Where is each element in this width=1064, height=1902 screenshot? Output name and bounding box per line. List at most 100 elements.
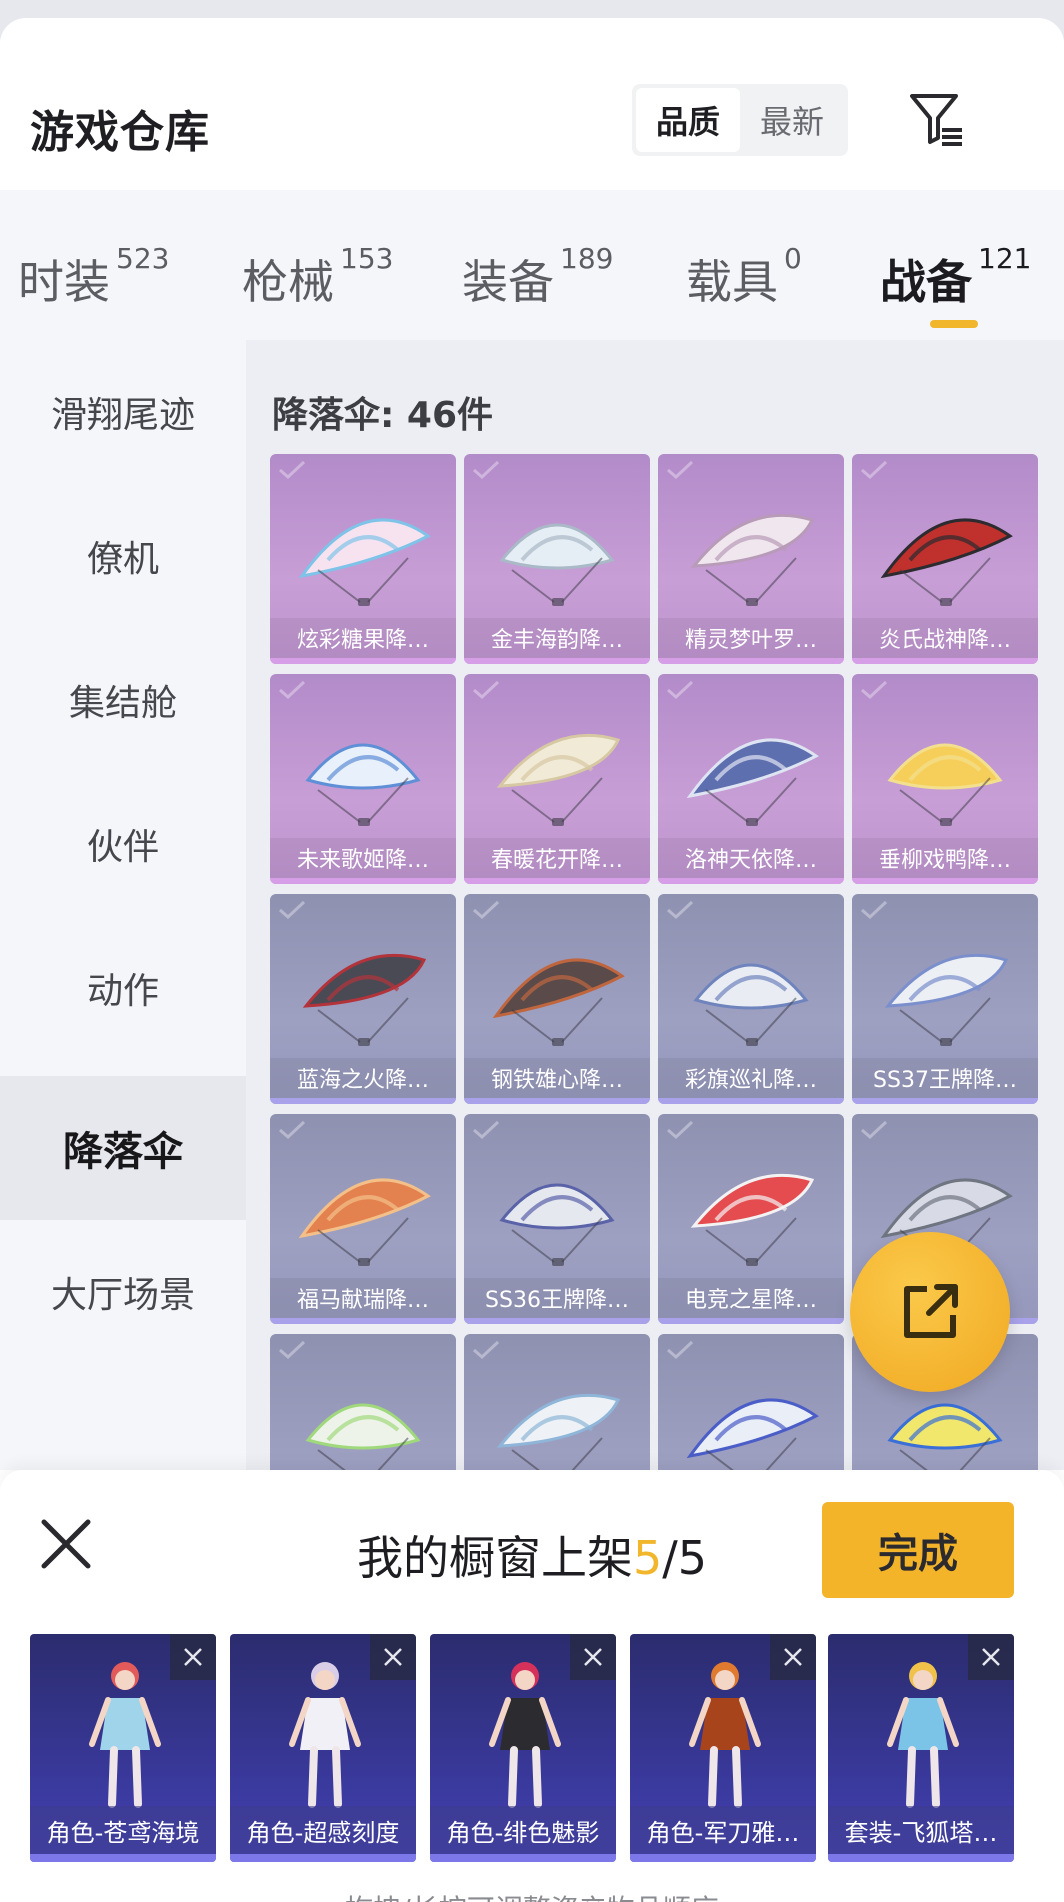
- remove-icon[interactable]: [968, 1634, 1014, 1680]
- sidebar-item-companion[interactable]: 伙伴: [0, 772, 246, 916]
- remove-icon[interactable]: [570, 1634, 616, 1680]
- parachute-card[interactable]: 未来歌姬降…: [270, 674, 456, 884]
- filter-icon[interactable]: [902, 84, 972, 154]
- parachute-card[interactable]: 春暖花开降…: [464, 674, 650, 884]
- parachute-image: [496, 733, 621, 826]
- parachute-card[interactable]: 精灵梦叶罗…: [658, 454, 844, 664]
- item-count-label: 降落伞: 46件: [272, 395, 494, 436]
- parachute-image: [499, 523, 615, 606]
- sidebar-item-wingman[interactable]: 僚机: [0, 484, 246, 628]
- checkmark-icon: [861, 460, 888, 480]
- parachute-image: [302, 953, 427, 1046]
- character-figure: [489, 1662, 561, 1808]
- sort-option-latest[interactable]: 最新: [740, 88, 844, 152]
- tab-count: 0: [784, 242, 802, 275]
- checkmark-icon: [473, 1340, 500, 1360]
- showcase-item-name: 套装-飞狐塔…: [828, 1806, 1014, 1854]
- quality-bar: [828, 1854, 1014, 1862]
- sidebar-item-rally-pod[interactable]: 集结舱: [0, 628, 246, 772]
- checkmark-icon: [279, 900, 306, 920]
- quality-bar: [464, 1098, 650, 1104]
- quality-bar: [270, 878, 456, 884]
- checkmark-icon: [279, 460, 306, 480]
- tab-count: 121: [978, 242, 1032, 275]
- sidebar-item-emote[interactable]: 动作: [0, 916, 246, 1060]
- tab-fashion[interactable]: 时装 523: [18, 242, 169, 312]
- remove-icon[interactable]: [770, 1634, 816, 1680]
- showcase-panel: 我的橱窗上架5/5 完成 角色-苍鸢海境 角色-超感刻度 角色-绯色魅影 角色-军刀雅…: [0, 1470, 1064, 1902]
- parachute-card[interactable]: 金丰海韵降…: [464, 454, 650, 664]
- tab-count: 153: [340, 242, 394, 275]
- quality-bar: [658, 658, 844, 664]
- parachute-image: [690, 1173, 815, 1266]
- showcase-item[interactable]: 角色-超感刻度: [230, 1634, 416, 1862]
- parachute-card[interactable]: [658, 1334, 844, 1470]
- sidebar-item-glide-trail[interactable]: 滑翔尾迹: [0, 340, 246, 484]
- tab-equipment[interactable]: 装备 189: [462, 242, 613, 312]
- warehouse-sheet: 游戏仓库 品质 最新 时装 523 枪械 153 装备 189 载具 0 战备 …: [0, 18, 1064, 1902]
- quality-bar: [658, 1318, 844, 1324]
- quality-bar: [430, 1854, 616, 1862]
- parachute-card[interactable]: 蓝海之火降…: [270, 894, 456, 1104]
- parachute-name: 炎氏战神降…: [852, 618, 1038, 658]
- checkmark-icon: [861, 680, 888, 700]
- parachute-card[interactable]: 钢铁雄心降…: [464, 894, 650, 1104]
- parachute-card[interactable]: 洛神天依降…: [658, 674, 844, 884]
- quality-bar: [270, 658, 456, 664]
- showcase-count-total: 5: [677, 1531, 708, 1585]
- tab-label: 载具: [686, 255, 778, 309]
- parachute-name: 金丰海韵降…: [464, 618, 650, 658]
- share-button[interactable]: [850, 1232, 1010, 1392]
- quality-bar: [658, 1098, 844, 1104]
- showcase-item[interactable]: 套装-飞狐塔…: [828, 1634, 1014, 1862]
- parachute-card[interactable]: 福马献瑞降…: [270, 1114, 456, 1324]
- sidebar-item-parachute[interactable]: 降落伞: [0, 1076, 246, 1220]
- parachute-card[interactable]: 炎氏战神降…: [852, 454, 1038, 664]
- parachute-image: [693, 963, 809, 1046]
- sort-option-quality[interactable]: 品质: [636, 88, 740, 152]
- checkmark-icon: [279, 1120, 306, 1140]
- remove-icon[interactable]: [370, 1634, 416, 1680]
- parachute-name: 垂柳戏鸭降…: [852, 838, 1038, 878]
- showcase-item[interactable]: 角色-军刀雅…: [630, 1634, 816, 1862]
- parachute-card[interactable]: [464, 1334, 650, 1470]
- parachute-name: 洛神天依降…: [658, 838, 844, 878]
- parachute-card[interactable]: SS37王牌降…: [852, 894, 1038, 1104]
- showcase-item[interactable]: 角色-苍鸢海境: [30, 1634, 216, 1862]
- parachute-image: [884, 953, 1009, 1046]
- parachute-image: [492, 958, 625, 1046]
- checkmark-icon: [667, 900, 694, 920]
- parachute-image: [686, 738, 819, 826]
- parachute-card[interactable]: 炫彩糖果降…: [270, 454, 456, 664]
- category-tabs: 时装 523 枪械 153 装备 189 载具 0 战备 121: [0, 190, 1064, 340]
- quality-bar: [630, 1854, 816, 1862]
- quality-bar: [230, 1854, 416, 1862]
- parachute-image: [887, 743, 1003, 826]
- tab-label: 装备: [462, 255, 554, 309]
- tab-vehicles[interactable]: 载具 0: [686, 242, 802, 312]
- done-button[interactable]: 完成: [822, 1502, 1014, 1598]
- checkmark-icon: [279, 1340, 306, 1360]
- quality-bar: [852, 1098, 1038, 1104]
- tab-weapons[interactable]: 枪械 153: [242, 242, 393, 312]
- parachute-image: [305, 1403, 421, 1470]
- parachute-card[interactable]: [270, 1334, 456, 1470]
- quality-bar: [270, 1318, 456, 1324]
- showcase-count-separator: /: [662, 1531, 678, 1585]
- sidebar-item-lobby-scene[interactable]: 大厅场景: [0, 1220, 246, 1364]
- parachute-card[interactable]: 电竞之星降…: [658, 1114, 844, 1324]
- parachute-card[interactable]: 垂柳戏鸭降…: [852, 674, 1038, 884]
- tab-count: 189: [560, 242, 614, 275]
- remove-icon[interactable]: [170, 1634, 216, 1680]
- parachute-name: 彩旗巡礼降…: [658, 1058, 844, 1098]
- tab-battle-gear[interactable]: 战备 121: [880, 242, 1031, 312]
- header: 游戏仓库 品质 最新: [0, 18, 1064, 190]
- showcase-item-name: 角色-绯色魅影: [430, 1806, 616, 1854]
- showcase-item[interactable]: 角色-绯色魅影: [430, 1634, 616, 1862]
- checkmark-icon: [667, 1340, 694, 1360]
- parachute-card[interactable]: SS36王牌降…: [464, 1114, 650, 1324]
- checkmark-icon: [667, 460, 694, 480]
- page-title: 游戏仓库: [30, 107, 210, 158]
- parachute-card[interactable]: 彩旗巡礼降…: [658, 894, 844, 1104]
- parachute-name: 炫彩糖果降…: [270, 618, 456, 658]
